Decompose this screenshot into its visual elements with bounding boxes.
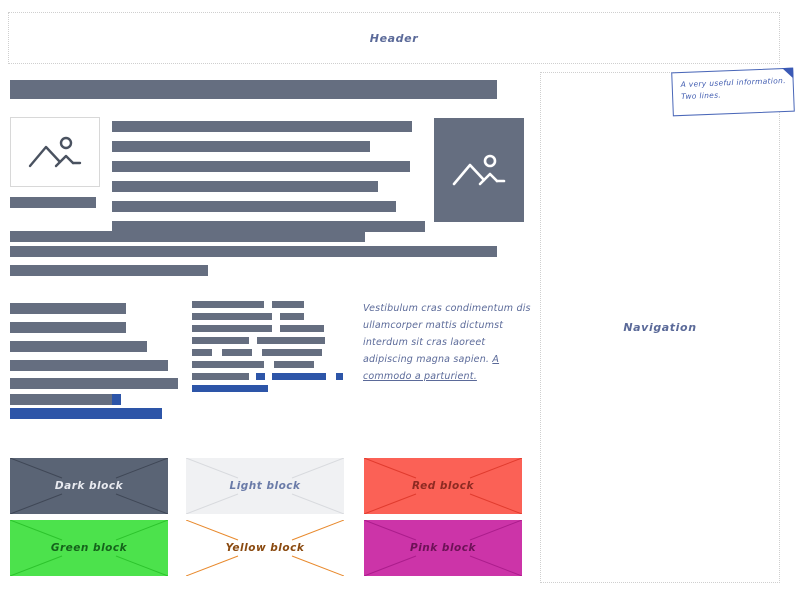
color-block-label-wrap: Light block xyxy=(186,458,344,514)
list-bar xyxy=(10,341,147,352)
dense-text-bar xyxy=(192,325,272,332)
list-bar xyxy=(10,303,126,314)
text-line-bar xyxy=(112,201,396,212)
color-block[interactable]: Pink block xyxy=(364,520,522,576)
color-block-label-wrap: Pink block xyxy=(364,520,522,576)
list-bar xyxy=(10,394,115,405)
navigation-region[interactable]: Navigation xyxy=(540,72,780,583)
list-bar xyxy=(112,394,121,405)
navigation-label: Navigation xyxy=(623,321,697,334)
color-block-label-wrap: Yellow block xyxy=(186,520,344,576)
text-line-bar xyxy=(112,161,410,172)
dense-text-bar xyxy=(192,385,268,392)
sticky-note[interactable]: A very useful information. Two lines. xyxy=(671,67,795,117)
list-bar xyxy=(10,322,126,333)
dense-text-bar xyxy=(256,373,265,380)
color-block-label: Light block xyxy=(223,480,307,492)
dense-text-bar xyxy=(262,349,322,356)
color-block[interactable]: Red block xyxy=(364,458,522,514)
list-bar xyxy=(10,408,162,419)
text-line-bar xyxy=(112,141,370,152)
list-bar xyxy=(10,378,178,389)
text-line-bar xyxy=(112,181,378,192)
color-block-label: Dark block xyxy=(48,480,130,492)
dense-text-bar xyxy=(192,301,264,308)
color-block-label: Red block xyxy=(406,480,480,492)
dense-text-bar xyxy=(280,313,304,320)
list-bar xyxy=(10,360,168,371)
dense-text-bar xyxy=(274,361,314,368)
color-block[interactable]: Light block xyxy=(186,458,344,514)
text-line-bar xyxy=(112,121,412,132)
paragraph-text: Vestibulum cras condimentum dis ullamcor… xyxy=(363,303,531,365)
dense-text-bar xyxy=(280,325,324,332)
dense-text-bar xyxy=(192,313,272,320)
color-block-label-wrap: Red block xyxy=(364,458,522,514)
color-block[interactable]: Yellow block xyxy=(186,520,344,576)
color-block-label-wrap: Green block xyxy=(10,520,168,576)
title-bar xyxy=(10,80,497,99)
color-block-label: Yellow block xyxy=(225,542,305,554)
dense-text-bar xyxy=(336,373,343,380)
note-line-2: Two lines. xyxy=(680,90,722,101)
dense-text-bar xyxy=(192,373,249,380)
image-placeholder-icon xyxy=(452,154,506,186)
image-placeholder-filled[interactable] xyxy=(434,118,524,222)
header-region: Header xyxy=(8,12,780,64)
dense-text-bar xyxy=(192,337,249,344)
dense-text-bar xyxy=(222,349,252,356)
text-line-bar xyxy=(10,265,208,276)
image-placeholder-icon xyxy=(28,136,82,168)
paragraph-block: Vestibulum cras condimentum dis ullamcor… xyxy=(363,300,533,385)
color-block-label: Green block xyxy=(44,542,134,554)
text-line-bar xyxy=(10,231,365,242)
dense-text-bar xyxy=(272,301,304,308)
dense-text-bar xyxy=(192,361,264,368)
text-line-bar xyxy=(10,246,497,257)
header-label: Header xyxy=(369,31,419,45)
color-block-label: Pink block xyxy=(404,542,482,554)
caption-bar xyxy=(10,197,96,208)
dense-text-bar xyxy=(257,337,325,344)
color-block[interactable]: Dark block xyxy=(10,458,168,514)
color-block-label-wrap: Dark block xyxy=(10,458,168,514)
image-placeholder-outlined[interactable] xyxy=(10,117,100,187)
dense-text-bar xyxy=(272,373,326,380)
dense-text-bar xyxy=(192,349,212,356)
color-block[interactable]: Green block xyxy=(10,520,168,576)
note-fold-corner xyxy=(782,67,794,80)
